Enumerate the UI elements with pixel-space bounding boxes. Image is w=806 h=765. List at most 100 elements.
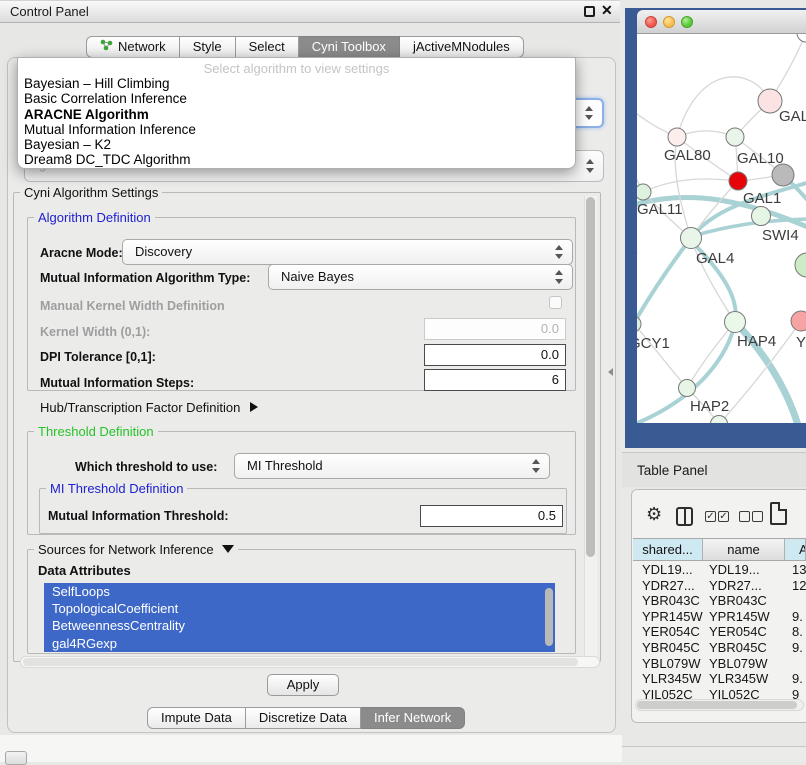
network-edge[interactable] (643, 179, 738, 192)
table-row[interactable]: YIL052CYIL052C9 (633, 687, 806, 700)
network-node[interactable] (795, 253, 806, 277)
table-hscrollbar-thumb[interactable] (637, 701, 797, 709)
close-window-icon[interactable] (645, 16, 657, 28)
table-cell: YDL19... (633, 562, 703, 578)
table-settings-gear-icon[interactable]: ⚙ (646, 504, 662, 525)
tab-network[interactable]: Network (86, 36, 180, 58)
deselect-all-checkbox-icon[interactable] (739, 511, 750, 522)
tab-select-label: Select (249, 37, 285, 57)
table-row[interactable]: YDR27...YDR27...12 (633, 578, 806, 594)
network-window-titlebar[interactable] (637, 10, 806, 34)
settings-scrollbar-thumb[interactable] (586, 197, 595, 557)
tab-discretize-data[interactable]: Discretize Data (246, 707, 361, 729)
sources-legend[interactable]: Sources for Network Inference (34, 542, 238, 557)
network-edge[interactable] (677, 77, 770, 137)
network-node[interactable] (791, 311, 806, 331)
tab-infer-network[interactable]: Infer Network (361, 707, 465, 729)
tab-jactivemnodules-label: jActiveMNodules (413, 37, 510, 57)
tab-impute-data[interactable]: Impute Data (147, 707, 246, 729)
network-node[interactable] (637, 316, 641, 332)
data-attribute-item[interactable]: SelfLoops (44, 583, 555, 600)
network-node[interactable] (725, 312, 746, 333)
minimize-window-icon[interactable] (663, 16, 675, 28)
table-row[interactable]: YBL079WYBL079W (633, 656, 806, 672)
table-cell: YBL079W (633, 656, 703, 672)
float-panel-icon[interactable] (584, 6, 595, 17)
settings-hscrollbar-thumb[interactable] (23, 658, 578, 666)
column-header-partial[interactable]: A (785, 539, 806, 560)
control-panel-titlebar: Control Panel ✕ (0, 0, 620, 23)
select-all-checkbox-icon[interactable]: ✓ (705, 511, 716, 522)
close-panel-icon[interactable]: ✕ (601, 2, 613, 19)
table-row[interactable]: YPR145WYPR145W9. (633, 609, 806, 625)
network-node[interactable] (681, 228, 702, 249)
network-node[interactable] (637, 184, 651, 200)
export-table-icon[interactable] (770, 502, 787, 525)
dpi-tolerance-field[interactable]: 0.0 (424, 344, 566, 366)
table-cell: YLR345W (703, 671, 785, 687)
show-columns-icon[interactable] (676, 507, 693, 526)
bottom-left-mini-button[interactable] (5, 751, 27, 765)
network-node[interactable] (772, 164, 794, 186)
data-attributes-list[interactable]: SelfLoopsTopologicalCoefficientBetweenne… (44, 583, 555, 653)
network-canvas[interactable]: GALGAL80GAL10GAL1GAL11SWI4GAL4GCY1HAP4YH… (637, 34, 806, 423)
table-row[interactable]: YBR045CYBR045C9. (633, 640, 806, 656)
attributes-scrollbar-thumb[interactable] (545, 588, 553, 646)
kernel-width-field[interactable]: 0.0 (424, 318, 566, 340)
table-cell: YBR045C (703, 640, 785, 656)
network-node[interactable] (668, 128, 686, 146)
mi-algorithm-type-combobox[interactable]: Naive Bayes (268, 264, 573, 290)
deselect-all-checkbox-icon-2[interactable] (752, 511, 763, 522)
column-header-name[interactable]: name (703, 539, 785, 560)
cyni-algorithm-settings-legend: Cyni Algorithm Settings (20, 185, 162, 200)
network-edge[interactable] (637, 324, 687, 388)
table-cell (785, 593, 806, 609)
control-panel-tabs: Network Style Select Cyni Toolbox jActiv… (86, 36, 524, 58)
network-node[interactable] (729, 172, 747, 190)
network-node[interactable] (726, 128, 744, 146)
network-edge[interactable] (687, 322, 735, 388)
data-attribute-item[interactable]: BetweennessCentrality (44, 617, 555, 634)
tab-style[interactable]: Style (180, 36, 236, 58)
hub-definition-expander[interactable]: Hub/Transcription Factor Definition (40, 400, 258, 415)
network-node[interactable] (797, 34, 806, 42)
table-cell: YPR145W (633, 609, 703, 625)
zoom-window-icon[interactable] (681, 16, 693, 28)
algorithm-option[interactable]: ARACNE Algorithm (18, 107, 575, 122)
tab-cyni-toolbox-label: Cyni Toolbox (312, 37, 386, 57)
table-row[interactable]: YBR043CYBR043C (633, 593, 806, 609)
algorithm-option[interactable]: Basic Correlation Inference (18, 91, 575, 106)
column-header-shared-name[interactable]: shared... (633, 539, 703, 560)
manual-kernel-width-checkbox[interactable] (549, 296, 562, 309)
tab-cyni-toolbox[interactable]: Cyni Toolbox (299, 36, 400, 58)
algorithm-option[interactable]: Bayesian – K2 (18, 137, 575, 152)
algorithm-option[interactable]: Bayesian – Hill Climbing (18, 76, 575, 91)
aracne-mode-combobox[interactable]: Discovery (122, 239, 573, 265)
apply-button[interactable]: Apply (267, 674, 339, 696)
select-all-checkbox-icon-2[interactable]: ✓ (718, 511, 729, 522)
table-row[interactable]: YLR345WYLR345W9. (633, 671, 806, 687)
data-attribute-item[interactable]: gal4RGexp (44, 635, 555, 652)
network-node[interactable] (752, 207, 771, 226)
splitter-collapse-icon[interactable] (608, 368, 613, 376)
data-attribute-item[interactable]: TopologicalCoefficient (44, 600, 555, 617)
mi-steps-field[interactable]: 6 (424, 369, 566, 391)
which-threshold-value: MI Threshold (247, 458, 323, 473)
table-cell: 9. (785, 671, 806, 687)
tab-style-label: Style (193, 37, 222, 57)
algorithm-option[interactable]: Dream8 DC_TDC Algorithm (18, 152, 575, 167)
algorithm-option[interactable]: Mutual Information Inference (18, 122, 575, 137)
table-cell: YDR27... (633, 578, 703, 594)
tab-jactivemnodules[interactable]: jActiveMNodules (400, 36, 524, 58)
table-row[interactable]: YER054CYER054C8. (633, 624, 806, 640)
which-threshold-combobox[interactable]: MI Threshold (234, 453, 550, 479)
bottom-status-strip (622, 746, 806, 762)
table-cell: YBR045C (633, 640, 703, 656)
network-node-label: GAL11 (637, 201, 683, 218)
table-row[interactable]: YDL19...YDL19...13 (633, 562, 806, 578)
table-panel-titlebar: Table Panel (622, 452, 806, 487)
tab-select[interactable]: Select (236, 36, 299, 58)
mi-threshold-field[interactable]: 0.5 (420, 505, 563, 527)
network-node[interactable] (679, 380, 696, 397)
data-attributes-label: Data Attributes (38, 563, 131, 578)
